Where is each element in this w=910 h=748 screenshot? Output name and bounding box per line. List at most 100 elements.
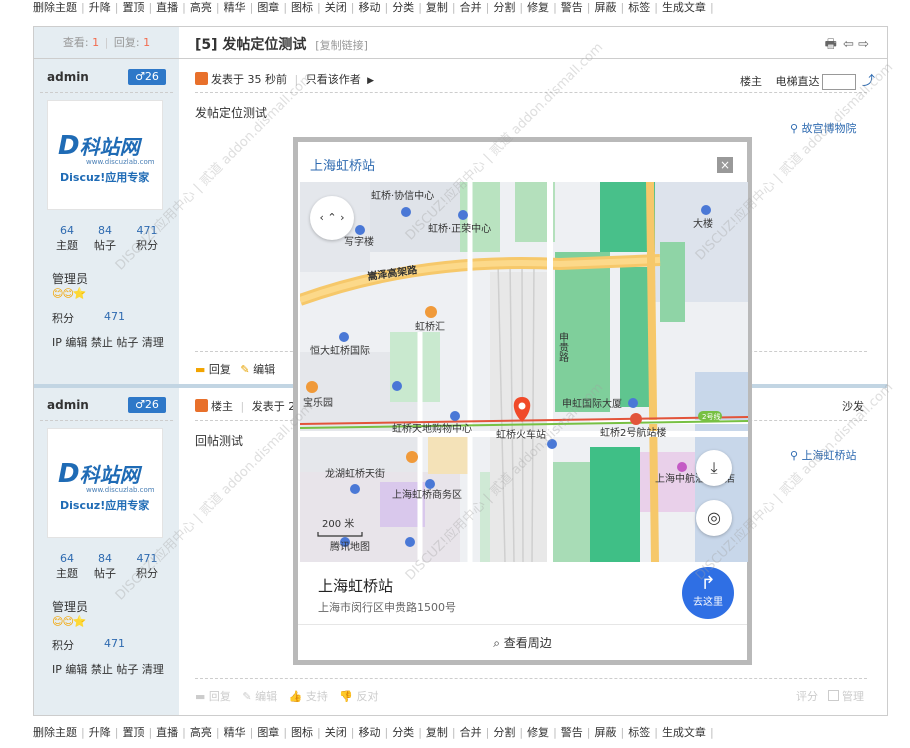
post2-avatar[interactable]: D科站网 www.discuzlab.com Discuz!应用专家 [47, 428, 163, 538]
mod-action-4[interactable]: 高亮 [190, 1, 212, 14]
separator: | [81, 726, 85, 739]
separator: | [709, 726, 714, 739]
edit-button[interactable]: 编辑 [253, 363, 275, 376]
post1-avatar[interactable]: D科站网 www.discuzlab.com Discuz!应用专家 [47, 100, 163, 210]
manage-button[interactable]: 管理 [842, 690, 864, 703]
close-icon[interactable]: × [717, 157, 733, 173]
post2-actions-right: 评分 管理 [796, 688, 864, 704]
replies-count: 1 [143, 36, 151, 49]
mod-action-12[interactable]: 合并 [460, 726, 482, 739]
post2-admin-tools[interactable]: IP 编辑 禁止 帖子 清理 [52, 661, 164, 677]
mod-action-10[interactable]: 分类 [392, 1, 414, 14]
mod-action-11[interactable]: 复制 [426, 726, 448, 739]
mod-action-16[interactable]: 屏蔽 [595, 726, 617, 739]
separator: | [586, 726, 591, 739]
oppose-button[interactable]: 反对 [357, 690, 379, 703]
reply-button[interactable]: 回复 [209, 690, 231, 703]
mod-action-18[interactable]: 生成文章 [662, 1, 706, 14]
floor-jump-input[interactable] [821, 74, 856, 90]
mod-action-3[interactable]: 直播 [156, 726, 178, 739]
post1-author[interactable]: admin [47, 70, 89, 84]
manage-checkbox[interactable] [827, 690, 839, 701]
mod-action-6[interactable]: 图章 [257, 1, 279, 14]
location-pin-icon: ⚲ [790, 449, 799, 462]
mod-action-7[interactable]: 图标 [291, 726, 313, 739]
mod-action-13[interactable]: 分割 [493, 1, 515, 14]
divider [195, 92, 867, 93]
rank-stars-icon: 😊😊⭐ [52, 615, 87, 628]
mod-action-15[interactable]: 警告 [561, 726, 583, 739]
next-thread-icon[interactable]: ⇨ [858, 37, 869, 52]
mod-action-11[interactable]: 复制 [426, 1, 448, 14]
post1-usergroup[interactable]: 管理员 [52, 270, 88, 287]
mod-action-14[interactable]: 修复 [527, 1, 549, 14]
nearby-button[interactable]: ⌕ 查看周边 [298, 624, 747, 660]
map-pan-control[interactable]: ‹ ⌃ › [310, 196, 354, 240]
mod-action-2[interactable]: 置顶 [122, 1, 144, 14]
copy-link[interactable]: [复制链接] [315, 39, 368, 52]
place-name: 上海虹桥站 [318, 577, 394, 595]
mod-action-12[interactable]: 合并 [460, 1, 482, 14]
separator: | [553, 1, 557, 14]
map-canvas[interactable]: 2号线 虹桥·协信中心 虹桥·正荣中心 大楼 写字楼 嵩泽高架路 虹桥汇 申贵路… [300, 182, 748, 562]
post1-actions: ▬ 回复 ✎ 编辑 [195, 361, 275, 377]
directions-button[interactable]: ↱ 去这里 [682, 567, 734, 619]
post2-usergroup[interactable]: 管理员 [52, 598, 88, 615]
locate-icon[interactable]: ◎ [696, 500, 732, 536]
rank-stars-icon: 😊😊⭐ [52, 287, 87, 300]
post2-author[interactable]: admin [47, 398, 89, 412]
jump-go-icon[interactable]: ⤴ [862, 74, 875, 89]
views-count: 1 [92, 36, 100, 49]
mod-action-6[interactable]: 图章 [257, 726, 279, 739]
mod-action-0[interactable]: 删除主题 [33, 1, 77, 14]
mod-action-8[interactable]: 关闭 [325, 726, 347, 739]
map-label: 写字楼 [344, 235, 374, 248]
mod-action-3[interactable]: 直播 [156, 1, 178, 14]
post2-location[interactable]: ⚲ 上海虹桥站 [790, 447, 857, 463]
separator: | [215, 726, 220, 739]
post1-location[interactable]: ⚲ 故宫博物院 [790, 120, 857, 136]
post1-floor: 楼主 [740, 75, 762, 88]
mod-action-17[interactable]: 标签 [628, 1, 650, 14]
post1-admin-tools[interactable]: IP 编辑 禁止 帖子 清理 [52, 334, 164, 350]
mod-action-5[interactable]: 精华 [224, 726, 246, 739]
mod-action-1[interactable]: 升降 [89, 726, 111, 739]
mod-action-10[interactable]: 分类 [392, 726, 414, 739]
mod-action-8[interactable]: 关闭 [325, 1, 347, 14]
rate-button[interactable]: 评分 [796, 690, 818, 703]
online-status-icon [195, 72, 208, 85]
mod-action-4[interactable]: 高亮 [190, 726, 212, 739]
print-icon[interactable]: 🖶 [825, 37, 837, 52]
edit-button[interactable]: 编辑 [255, 690, 277, 703]
mod-action-18[interactable]: 生成文章 [662, 726, 706, 739]
only-author-link[interactable]: 只看该作者 [306, 73, 361, 86]
map-label: 恒大虹桥国际 [310, 344, 370, 357]
separator: | [249, 726, 254, 739]
mod-action-9[interactable]: 移动 [358, 1, 380, 14]
mod-action-15[interactable]: 警告 [561, 1, 583, 14]
download-icon[interactable]: ⤓ [696, 450, 732, 486]
map-label: 虹桥天地购物中心 [392, 422, 472, 435]
mod-action-5[interactable]: 精华 [224, 1, 246, 14]
mod-action-1[interactable]: 升降 [89, 1, 111, 14]
mod-action-16[interactable]: 屏蔽 [595, 1, 617, 14]
mod-action-17[interactable]: 标签 [628, 726, 650, 739]
mod-action-2[interactable]: 置顶 [122, 726, 144, 739]
reply-icon: ▬ [195, 690, 206, 703]
support-button[interactable]: 支持 [306, 690, 328, 703]
logo-text: D科站网 [58, 459, 140, 489]
mod-action-14[interactable]: 修复 [527, 726, 549, 739]
mod-action-0[interactable]: 删除主题 [33, 726, 77, 739]
divider [195, 678, 867, 679]
post1-gender-badge: ♂26 [128, 69, 166, 85]
search-icon: ⌕ [493, 636, 500, 650]
separator: | [283, 726, 288, 739]
mod-action-7[interactable]: 图标 [291, 1, 313, 14]
mod-action-9[interactable]: 移动 [358, 726, 380, 739]
prev-thread-icon[interactable]: ⇦ [843, 37, 854, 52]
post1-meta: 发表于 35 秒前 | 只看该作者 ▶ [195, 71, 374, 87]
reply-button[interactable]: 回复 [209, 363, 231, 376]
separator: | [519, 726, 524, 739]
map-label: 申贵路 [557, 331, 569, 363]
mod-action-13[interactable]: 分割 [493, 726, 515, 739]
